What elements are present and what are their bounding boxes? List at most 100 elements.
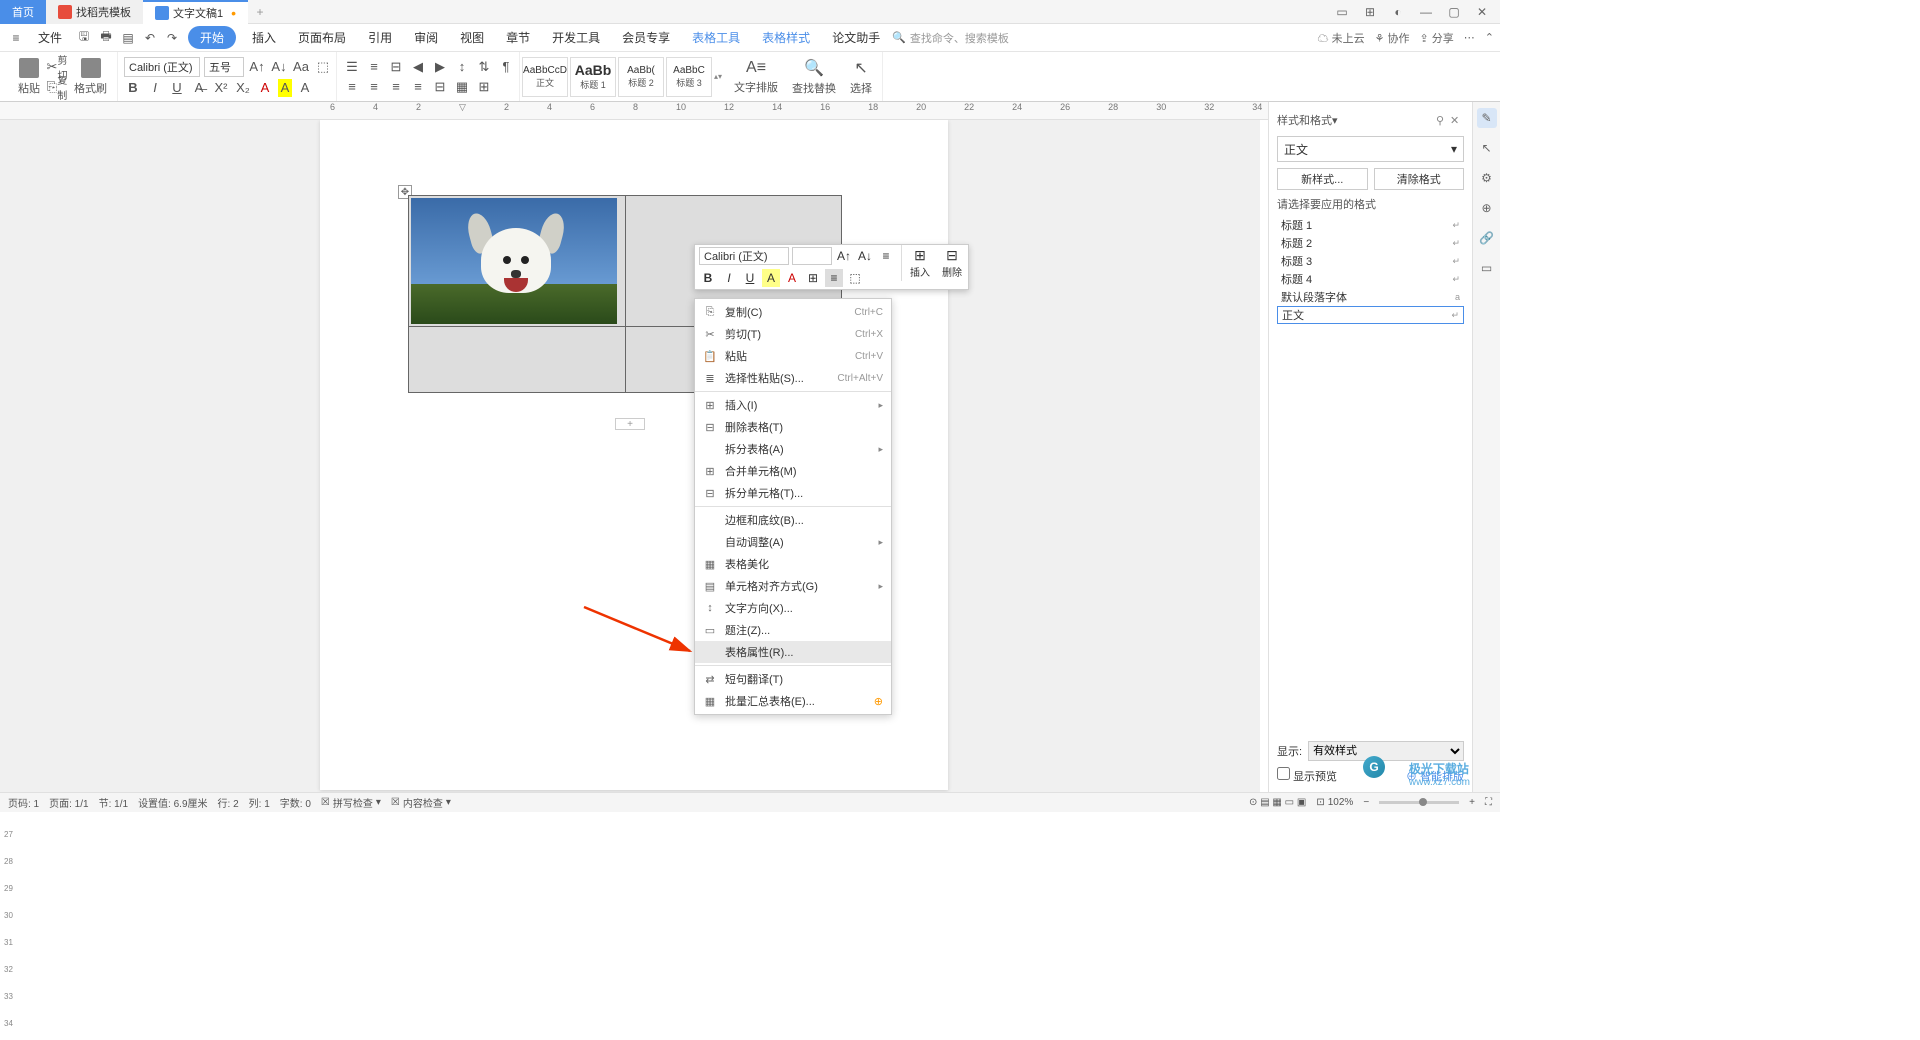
mini-highlight[interactable]: A — [762, 269, 780, 287]
cm-delete-table[interactable]: ⊟删除表格(T) — [695, 416, 891, 438]
cm-cell-align[interactable]: ▤单元格对齐方式(G)▸ — [695, 575, 891, 597]
find-replace-button[interactable]: 🔍查找替换 — [786, 56, 842, 98]
mini-fontcolor[interactable]: A — [783, 269, 801, 287]
decrease-indent-icon[interactable]: ◀ — [409, 58, 427, 76]
underline-button[interactable]: U — [168, 79, 186, 97]
zoom-in[interactable]: + — [1469, 797, 1475, 808]
table-cell[interactable] — [409, 327, 626, 393]
style-h1[interactable]: AaBb标题 1 — [570, 57, 616, 97]
align-justify-icon[interactable]: ≡ — [409, 78, 427, 96]
line-spacing-icon[interactable]: ↕ — [453, 58, 471, 76]
layout-icon[interactable]: ▭ — [1332, 2, 1352, 22]
style-item-body[interactable]: 正文↵ — [1277, 306, 1464, 324]
user-avatar[interactable]: ◐ — [1388, 2, 1408, 22]
fullscreen-icon[interactable]: ⛶ — [1485, 797, 1492, 808]
clear-format-icon[interactable]: Aa — [292, 58, 310, 76]
increase-indent-icon[interactable]: ▶ — [431, 58, 449, 76]
shading-icon[interactable]: ▦ — [453, 78, 471, 96]
zoom-slider[interactable] — [1379, 801, 1459, 804]
cm-beautify[interactable]: ▦表格美化 — [695, 553, 891, 575]
superscript-button[interactable]: X² — [212, 79, 230, 97]
mini-size-select[interactable] — [792, 247, 832, 265]
style-h2[interactable]: AaBb(标题 2 — [618, 57, 664, 97]
style-item-h1[interactable]: 标题 1↵ — [1277, 216, 1464, 234]
side-book-icon[interactable]: ▭ — [1477, 258, 1497, 278]
preview-checkbox[interactable]: 显示预览 — [1277, 767, 1337, 784]
close-icon[interactable]: ✕ — [1472, 2, 1492, 22]
save-icon[interactable]: 🖫 — [74, 28, 94, 48]
mini-font-select[interactable]: Calibri (正文) — [699, 247, 789, 265]
share-btn[interactable]: ⇪ 分享 — [1420, 30, 1454, 46]
text-layout-button[interactable]: A≡文字排版 — [728, 57, 784, 97]
cm-insert[interactable]: ⊞插入(I)▸ — [695, 394, 891, 416]
side-pen-icon[interactable]: ✎ — [1477, 108, 1497, 128]
cm-caption[interactable]: ▭题注(Z)... — [695, 619, 891, 641]
menu-reference[interactable]: 引用 — [358, 26, 402, 49]
mini-decrease-font[interactable]: A↓ — [856, 247, 874, 265]
cm-paste[interactable]: 📋粘贴Ctrl+V — [695, 345, 891, 367]
bullets-icon[interactable]: ☰ — [343, 58, 361, 76]
status-page-no[interactable]: 页码: 1 — [8, 795, 39, 810]
table-cell-image[interactable] — [409, 196, 626, 327]
italic-button[interactable]: I — [146, 79, 164, 97]
borders-icon[interactable]: ⊞ — [475, 78, 493, 96]
mini-border[interactable]: ⊞ — [804, 269, 822, 287]
pin-icon[interactable]: ⚲ — [1436, 114, 1450, 127]
numbering-icon[interactable]: ≡ — [365, 58, 383, 76]
minimize-icon[interactable]: — — [1416, 2, 1436, 22]
tab-home[interactable]: 首页 — [0, 0, 46, 24]
cm-translate[interactable]: ⇄短句翻译(T) — [695, 668, 891, 690]
style-item-default-font[interactable]: 默认段落字体a — [1277, 288, 1464, 306]
sort-icon[interactable]: ⇅ — [475, 58, 493, 76]
search-box[interactable]: 🔍 查找命令、搜索模板 — [892, 30, 1009, 46]
cloud-status[interactable]: ☁ 未上云 — [1318, 30, 1365, 46]
decrease-font-icon[interactable]: A↓ — [270, 58, 288, 76]
maximize-icon[interactable]: ▢ — [1444, 2, 1464, 22]
cm-split-table[interactable]: 拆分表格(A)▸ — [695, 438, 891, 460]
undo-icon[interactable]: ↶ — [140, 28, 160, 48]
more-icon[interactable]: ⋯ — [1464, 31, 1475, 44]
menu-view[interactable]: 视图 — [450, 26, 494, 49]
font-select[interactable]: Calibri (正文) — [124, 57, 200, 77]
font-size-select[interactable]: 五号 — [204, 57, 244, 77]
mini-linespacing[interactable]: ≡ — [877, 247, 895, 265]
select-button[interactable]: ↖选择 — [844, 56, 878, 98]
show-marks-icon[interactable]: ¶ — [497, 58, 515, 76]
tab-document[interactable]: 文字文稿1• — [143, 0, 248, 24]
style-h3[interactable]: AaBbC标题 3 — [666, 57, 712, 97]
cm-batch-tables[interactable]: ▦批量汇总表格(E)...⊕ — [695, 690, 891, 712]
subscript-button[interactable]: X₂ — [234, 79, 252, 97]
menu-chapter[interactable]: 章节 — [496, 26, 540, 49]
menu-insert[interactable]: 插入 — [242, 26, 286, 49]
style-item-h3[interactable]: 标题 3↵ — [1277, 252, 1464, 270]
style-item-h2[interactable]: 标题 2↵ — [1277, 234, 1464, 252]
menu-icon[interactable]: ≡ — [6, 28, 26, 48]
apps-icon[interactable]: ⊞ — [1360, 2, 1380, 22]
menu-review[interactable]: 审阅 — [404, 26, 448, 49]
view-mode-icons[interactable]: ⊙ ▤ ▦ ▭ ▣ — [1249, 797, 1306, 808]
show-select[interactable]: 有效样式 — [1308, 741, 1464, 761]
mini-align[interactable]: ≡ — [825, 269, 843, 287]
mini-italic[interactable]: I — [720, 269, 738, 287]
copy-button[interactable]: ⎘ 复制 — [48, 78, 66, 96]
collaborate-btn[interactable]: ⚘ 协作 — [1375, 30, 1410, 46]
mini-underline[interactable]: U — [741, 269, 759, 287]
status-page[interactable]: 页面: 1/1 — [49, 795, 88, 810]
cm-auto-adjust[interactable]: 自动调整(A)▸ — [695, 531, 891, 553]
preview-icon[interactable]: ▤ — [118, 28, 138, 48]
expand-icon[interactable]: ⌃ — [1485, 31, 1494, 44]
bold-button[interactable]: B — [124, 79, 142, 97]
font-color-button[interactable]: A — [256, 79, 274, 97]
cm-paste-special[interactable]: ≣选择性粘贴(S)...Ctrl+Alt+V — [695, 367, 891, 389]
mini-insert-button[interactable]: ⊞插入 — [904, 245, 936, 289]
menu-dev[interactable]: 开发工具 — [542, 26, 610, 49]
zoom-out[interactable]: − — [1363, 797, 1369, 808]
tab-templates[interactable]: 找稻壳模板 — [46, 0, 143, 24]
mini-delete-button[interactable]: ⊟删除 — [936, 245, 968, 289]
tab-add[interactable]: + — [248, 5, 272, 19]
zoom-value[interactable]: ⊡ 102% — [1316, 797, 1353, 808]
style-body[interactable]: AaBbCcD正文 — [522, 57, 568, 97]
side-cursor-icon[interactable]: ↖ — [1477, 138, 1497, 158]
distribute-icon[interactable]: ⊟ — [431, 78, 449, 96]
side-shield-icon[interactable]: ⊕ — [1477, 198, 1497, 218]
